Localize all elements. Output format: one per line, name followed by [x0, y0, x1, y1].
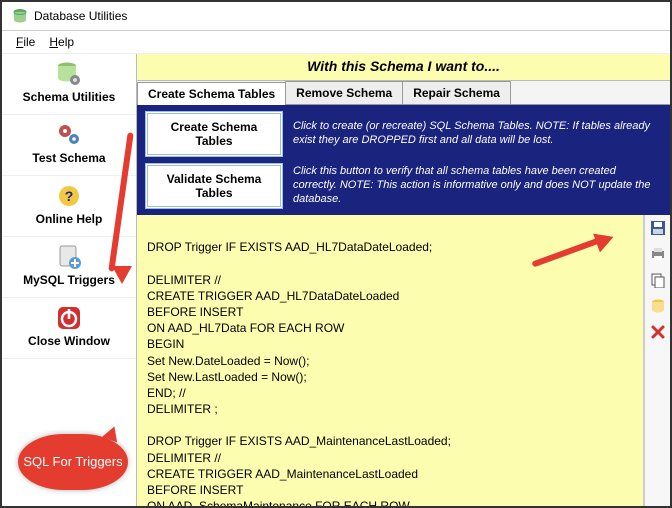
create-schema-tables-button[interactable]: Create Schema Tables — [145, 111, 283, 157]
sidebar-item-label: Close Window — [28, 334, 110, 348]
sql-textarea[interactable]: DROP Trigger IF EXISTS AAD_HL7DataDateLo… — [137, 215, 644, 506]
right-toolbar — [644, 215, 670, 506]
tab-remove-schema[interactable]: Remove Schema — [285, 81, 403, 104]
menubar: File Help — [2, 31, 670, 54]
action-panel: Create Schema Tables Click to create (or… — [137, 105, 670, 215]
sidebar-item-mysql-triggers[interactable]: MySQL Triggers — [2, 237, 136, 298]
power-icon — [55, 304, 83, 332]
sidebar-item-label: Test Schema — [32, 151, 105, 165]
banner-text: With this Schema I want to.... — [137, 54, 670, 81]
help-globe-icon: ? — [55, 182, 83, 210]
window-title: Database Utilities — [34, 9, 127, 23]
database-gear-icon — [55, 60, 83, 88]
sql-script-add-icon — [55, 243, 83, 271]
action-row: Create Schema Tables Click to create (or… — [145, 111, 662, 157]
svg-text:?: ? — [65, 188, 74, 204]
sidebar-item-schema-utilities[interactable]: Schema Utilities — [2, 54, 136, 115]
tab-create-schema-tables[interactable]: Create Schema Tables — [137, 82, 286, 105]
validate-schema-desc: Click this button to verify that all sch… — [293, 165, 662, 206]
app-icon — [12, 8, 28, 24]
sidebar-item-label: MySQL Triggers — [23, 273, 115, 287]
sidebar-item-label: Online Help — [36, 212, 103, 226]
print-button[interactable] — [649, 245, 667, 263]
tab-repair-schema[interactable]: Repair Schema — [402, 81, 511, 104]
delete-button[interactable] — [649, 323, 667, 341]
annotation-callout: SQL For Triggers — [18, 434, 128, 490]
menu-file[interactable]: File — [16, 35, 35, 49]
sidebar-item-close-window[interactable]: Close Window — [2, 298, 136, 359]
sidebar-item-label: Schema Utilities — [23, 90, 116, 104]
sidebar-item-test-schema[interactable]: Test Schema — [2, 115, 136, 176]
app-window: Database Utilities File Help Schema Util… — [0, 0, 672, 508]
menu-help[interactable]: Help — [49, 35, 74, 49]
copy-button[interactable] — [649, 271, 667, 289]
action-row: Validate Schema Tables Click this button… — [145, 163, 662, 209]
create-schema-desc: Click to create (or recreate) SQL Schema… — [293, 120, 662, 148]
sql-wrap: DROP Trigger IF EXISTS AAD_HL7DataDateLo… — [137, 215, 670, 506]
database-button[interactable] — [649, 297, 667, 315]
validate-schema-tables-button[interactable]: Validate Schema Tables — [145, 163, 283, 209]
sidebar-item-online-help[interactable]: ? Online Help — [2, 176, 136, 237]
titlebar: Database Utilities — [2, 2, 670, 31]
main: With this Schema I want to.... Create Sc… — [137, 54, 670, 506]
gears-icon — [55, 121, 83, 149]
save-button[interactable] — [649, 219, 667, 237]
tabstrip: Create Schema Tables Remove Schema Repai… — [137, 81, 670, 105]
